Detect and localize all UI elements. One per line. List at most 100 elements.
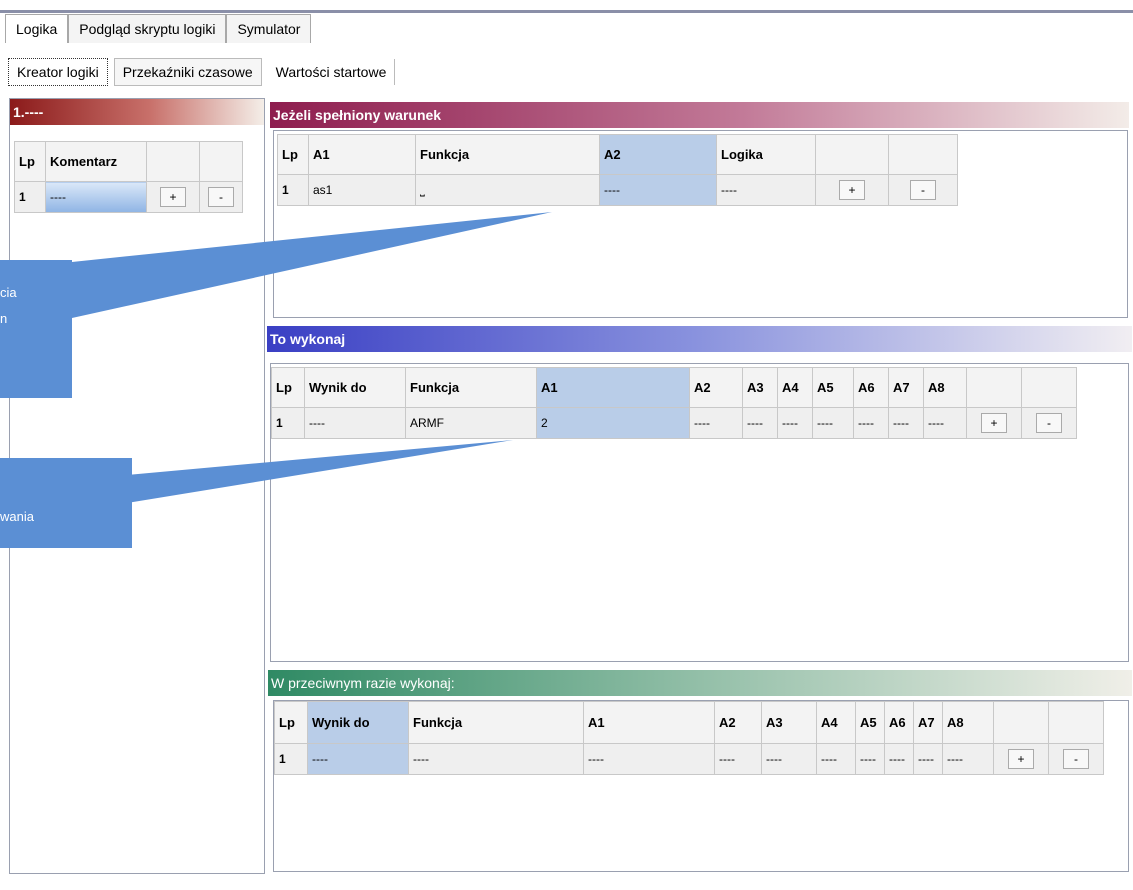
col-wynik-do: Wynik do bbox=[304, 367, 406, 408]
col-a7: A7 bbox=[888, 367, 924, 408]
col-a4: A4 bbox=[777, 367, 813, 408]
a8-cell[interactable]: ---- bbox=[923, 407, 967, 439]
col-a2: A2 bbox=[599, 134, 717, 175]
col-a8: A8 bbox=[923, 367, 967, 408]
remove-row-button[interactable]: - bbox=[910, 180, 936, 200]
funkcja-cell[interactable]: ⎵ bbox=[415, 174, 600, 206]
col-a8: A8 bbox=[942, 701, 994, 744]
condition-table: Lp A1 Funkcja A2 Logika 1 as1 ⎵ ---- ---… bbox=[277, 134, 958, 206]
col-funkcja: Funkcja bbox=[405, 367, 537, 408]
a5-cell[interactable]: ---- bbox=[855, 743, 885, 775]
a1-cell[interactable]: 2 bbox=[536, 407, 690, 439]
col-lp: Lp bbox=[271, 367, 305, 408]
col-lp: Lp bbox=[277, 134, 309, 175]
wynik-do-cell[interactable]: ---- bbox=[307, 743, 409, 775]
tab-logika[interactable]: Logika bbox=[5, 14, 69, 43]
table-row[interactable]: 1 as1 ⎵ ---- ---- + - bbox=[277, 174, 958, 206]
execute-table: Lp Wynik do Funkcja A1 A2 A3 A4 A5 A6 A7… bbox=[271, 367, 1077, 439]
a2-cell[interactable]: ---- bbox=[599, 174, 717, 206]
subtab-kreator-logiki[interactable]: Kreator logiki bbox=[8, 58, 108, 86]
col-a3: A3 bbox=[761, 701, 817, 744]
a4-cell[interactable]: ---- bbox=[777, 407, 813, 439]
subtab-wartosci-startowe[interactable]: Wartości startowe bbox=[268, 59, 396, 85]
window-top-border bbox=[0, 10, 1133, 13]
a1-cell[interactable]: ---- bbox=[583, 743, 715, 775]
col-a4: A4 bbox=[816, 701, 856, 744]
col-a1: A1 bbox=[308, 134, 416, 175]
callout-text-1a: cia bbox=[0, 285, 17, 300]
add-row-button[interactable]: + bbox=[160, 187, 186, 207]
remove-row-button[interactable]: - bbox=[1063, 749, 1089, 769]
add-cell: + bbox=[966, 407, 1022, 439]
a2-cell[interactable]: ---- bbox=[689, 407, 743, 439]
a3-cell[interactable]: ---- bbox=[761, 743, 817, 775]
condition-header: Jeżeli spełniony warunek bbox=[270, 102, 1129, 128]
remove-row-button[interactable]: - bbox=[208, 187, 234, 207]
col-a5: A5 bbox=[812, 367, 854, 408]
logika-cell[interactable]: ---- bbox=[716, 174, 816, 206]
remove-cell: - bbox=[1021, 407, 1077, 439]
col-empty-2 bbox=[888, 134, 958, 175]
table-row[interactable]: 1 ---- ---- ---- ---- ---- ---- ---- ---… bbox=[274, 743, 1104, 775]
a1-cell[interactable]: as1 bbox=[308, 174, 416, 206]
a8-cell[interactable]: ---- bbox=[942, 743, 994, 775]
remove-cell: - bbox=[1048, 743, 1104, 775]
comment-cell[interactable]: ---- bbox=[45, 181, 147, 213]
remove-row-button[interactable]: - bbox=[1036, 413, 1062, 433]
add-cell: + bbox=[993, 743, 1049, 775]
col-lp: Lp bbox=[14, 141, 46, 182]
tab-podglad-skryptu[interactable]: Podgląd skryptu logiki bbox=[68, 14, 227, 43]
row-lp: 1 bbox=[271, 407, 305, 439]
col-empty-1 bbox=[815, 134, 889, 175]
table-row[interactable]: 1 ---- + - bbox=[14, 181, 243, 213]
callout-text-1b: n bbox=[0, 311, 8, 326]
wynik-do-cell[interactable]: ---- bbox=[304, 407, 406, 439]
col-a6: A6 bbox=[884, 701, 914, 744]
a6-cell[interactable]: ---- bbox=[853, 407, 889, 439]
subtab-przekazniki-czasowe[interactable]: Przekaźniki czasowe bbox=[113, 58, 262, 86]
add-row-button[interactable]: + bbox=[1008, 749, 1034, 769]
funkcja-cell[interactable]: ---- bbox=[408, 743, 584, 775]
callout-box-1: cia n bbox=[0, 260, 72, 398]
a2-cell[interactable]: ---- bbox=[714, 743, 762, 775]
main-tabs: Logika Podgląd skryptu logiki Symulator bbox=[5, 14, 312, 43]
col-funkcja: Funkcja bbox=[408, 701, 584, 744]
col-a6: A6 bbox=[853, 367, 889, 408]
callout-text-2: wania bbox=[0, 509, 34, 524]
col-a1: A1 bbox=[536, 367, 690, 408]
table-row[interactable]: 1 ---- ARMF 2 ---- ---- ---- ---- ---- -… bbox=[271, 407, 1077, 439]
else-panel: Lp Wynik do Funkcja A1 A2 A3 A4 A5 A6 A7… bbox=[273, 700, 1129, 872]
col-a5: A5 bbox=[855, 701, 885, 744]
add-cell: + bbox=[815, 174, 889, 206]
col-a2: A2 bbox=[714, 701, 762, 744]
add-row-button[interactable]: + bbox=[839, 180, 865, 200]
col-a1: A1 bbox=[583, 701, 715, 744]
row-lp: 1 bbox=[277, 174, 309, 206]
comment-table: Lp Komentarz 1 ---- + - bbox=[14, 141, 243, 213]
remove-cell: - bbox=[199, 181, 243, 213]
add-row-button[interactable]: + bbox=[981, 413, 1007, 433]
remove-cell: - bbox=[888, 174, 958, 206]
funkcja-cell[interactable]: ARMF bbox=[405, 407, 537, 439]
col-lp: Lp bbox=[274, 701, 308, 744]
execute-panel: Lp Wynik do Funkcja A1 A2 A3 A4 A5 A6 A7… bbox=[270, 363, 1129, 662]
col-empty-2 bbox=[199, 141, 243, 182]
tab-symulator[interactable]: Symulator bbox=[226, 14, 312, 43]
col-empty-2 bbox=[1021, 367, 1077, 408]
left-panel-header: 1.---- bbox=[10, 99, 264, 125]
a6-cell[interactable]: ---- bbox=[884, 743, 914, 775]
sub-tabs: Kreator logiki Przekaźniki czasowe Warto… bbox=[8, 56, 401, 88]
row-lp: 1 bbox=[274, 743, 308, 775]
add-cell: + bbox=[146, 181, 200, 213]
a5-cell[interactable]: ---- bbox=[812, 407, 854, 439]
col-a7: A7 bbox=[913, 701, 943, 744]
a4-cell[interactable]: ---- bbox=[816, 743, 856, 775]
a7-cell[interactable]: ---- bbox=[888, 407, 924, 439]
col-empty-2 bbox=[1048, 701, 1104, 744]
col-empty-1 bbox=[146, 141, 200, 182]
col-funkcja: Funkcja bbox=[415, 134, 600, 175]
callout-box-2: wania bbox=[0, 458, 132, 548]
a7-cell[interactable]: ---- bbox=[913, 743, 943, 775]
a3-cell[interactable]: ---- bbox=[742, 407, 778, 439]
col-a3: A3 bbox=[742, 367, 778, 408]
